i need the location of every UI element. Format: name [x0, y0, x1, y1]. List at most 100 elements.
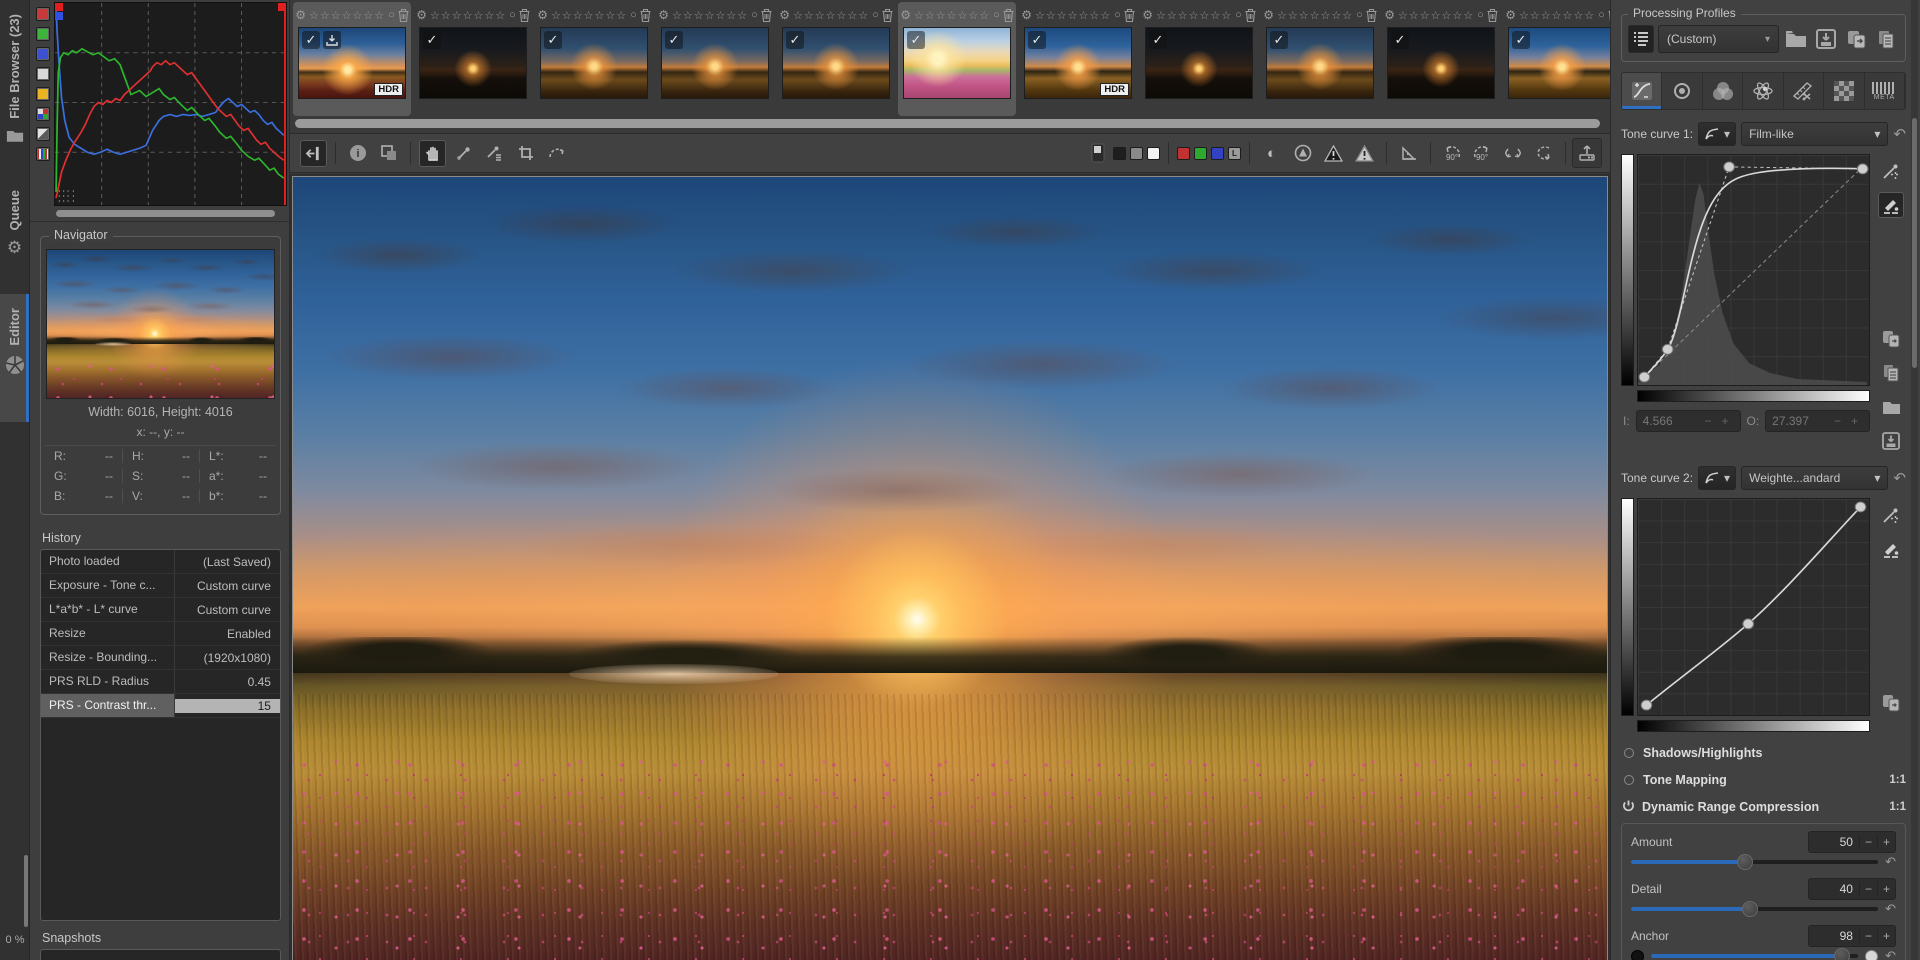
profile-menu-icon[interactable]: ⚙: [416, 8, 427, 22]
profile-menu-icon[interactable]: ⚙: [900, 8, 911, 22]
rating-stars[interactable]: ☆☆☆☆☆☆☆: [1519, 9, 1595, 22]
flip-vertical-button[interactable]: [1530, 140, 1557, 167]
edit-curve-pencil-button[interactable]: [1878, 536, 1904, 562]
filmstrip-thumbnail[interactable]: ⚙ ☆☆☆☆☆☆☆ ○ ✓ HDR: [656, 2, 774, 116]
thumbnail-image[interactable]: ✓ HDR: [298, 27, 406, 99]
tab-exposure[interactable]: [1622, 73, 1662, 109]
filmstrip-thumbnail[interactable]: ⚙ ☆☆☆☆☆☆☆ ○ ✓ HDR: [1019, 2, 1137, 116]
trash-icon[interactable]: [640, 9, 651, 22]
color-swatch-button[interactable]: [1147, 147, 1160, 160]
history-row[interactable]: Resize - Bounding... (1920x1080): [41, 646, 280, 670]
filmstrip-thumbnail[interactable]: ⚙ ☆☆☆☆☆☆☆ ○ ✓ HDR: [1140, 2, 1258, 116]
tools-scrollbar[interactable]: [1911, 0, 1918, 960]
history-row[interactable]: L*a*b* - L* curve Custom curve: [41, 598, 280, 622]
filmstrip-thumbnail[interactable]: ⚙ ☆☆☆☆☆☆☆ ○ ✓ HDR: [898, 2, 1016, 116]
paste-curve-button[interactable]: [1878, 360, 1904, 386]
rating-stars[interactable]: ☆☆☆☆☆☆☆: [430, 9, 506, 22]
profile-menu-icon[interactable]: ⚙: [537, 8, 548, 22]
histogram-channel-button[interactable]: [36, 7, 50, 21]
lockable-picker-button[interactable]: [481, 140, 508, 167]
slider-track[interactable]: [1631, 907, 1878, 911]
histogram-scrollbar[interactable]: [56, 210, 275, 217]
minus-button[interactable]: −: [1859, 929, 1877, 943]
curve-type-2-button[interactable]: ▾: [1698, 466, 1736, 490]
flip-horizontal-button[interactable]: [1499, 140, 1526, 167]
rotate-right-button[interactable]: 90°: [1467, 138, 1497, 168]
thumbnail-image[interactable]: ✓ HDR: [419, 27, 527, 99]
thumbnail-image[interactable]: ✓ HDR: [661, 27, 769, 99]
trash-icon[interactable]: [519, 9, 530, 22]
minus-button[interactable]: −: [1699, 414, 1716, 428]
minus-button[interactable]: −: [1829, 414, 1846, 428]
rating-stars[interactable]: ☆☆☆☆☆☆☆: [1277, 9, 1353, 22]
navigator-preview[interactable]: [46, 249, 275, 399]
hand-tool-button[interactable]: [419, 140, 446, 167]
filmstrip-thumbnail[interactable]: ⚙ ☆☆☆☆☆☆☆ ○ ✓ HDR: [1261, 2, 1379, 116]
plus-button[interactable]: +: [1716, 414, 1733, 428]
edit-point-button[interactable]: [1878, 158, 1904, 184]
histogram-channel-button[interactable]: [36, 87, 50, 101]
filmstrip-thumbnail[interactable]: ⚙ ☆☆☆☆☆☆☆ ○ ✓ HDR: [777, 2, 895, 116]
tab-queue[interactable]: Queue ⚙: [0, 176, 29, 294]
plus-button[interactable]: +: [1846, 414, 1863, 428]
image-canvas[interactable]: [290, 174, 1610, 960]
histogram-channel-button[interactable]: [36, 47, 50, 61]
color-label-icon[interactable]: ○: [1235, 9, 1242, 21]
before-after-button[interactable]: [375, 140, 402, 167]
color-label-icon[interactable]: ○: [1356, 9, 1363, 21]
tool-row[interactable]: Tone Mapping 1:1: [1621, 767, 1906, 792]
profile-menu-icon[interactable]: ⚙: [779, 8, 790, 22]
rotate-left-button[interactable]: 90°: [1437, 138, 1467, 168]
profile-menu-icon[interactable]: ⚙: [1142, 8, 1153, 22]
color-label-icon[interactable]: ○: [388, 9, 395, 21]
trash-icon[interactable]: [761, 9, 772, 22]
color-swatch-button[interactable]: [1113, 147, 1126, 160]
minus-button[interactable]: −: [1859, 882, 1877, 896]
tab-transform[interactable]: [1784, 73, 1824, 109]
rating-stars[interactable]: ☆☆☆☆☆☆☆: [309, 9, 385, 22]
profile-fill-mode-button[interactable]: [1628, 25, 1654, 53]
histogram-channel-button[interactable]: [36, 147, 50, 161]
minus-button[interactable]: −: [1859, 835, 1877, 849]
color-swatch-button[interactable]: [1130, 147, 1143, 160]
history-row[interactable]: Exposure - Tone c... Custom curve: [41, 574, 280, 598]
filmstrip-thumbnail[interactable]: ⚙ ☆☆☆☆☆☆☆ ○ ✓ HDR: [414, 2, 532, 116]
profile-menu-icon[interactable]: ⚙: [1384, 8, 1395, 22]
slider-value-box[interactable]: 40 − +: [1808, 878, 1896, 900]
info-button[interactable]: i: [344, 140, 371, 167]
edit-point-button[interactable]: [1878, 502, 1904, 528]
shadow-clip-warning-button[interactable]: [1320, 140, 1347, 167]
bw-preview-button[interactable]: ◐: [1258, 140, 1285, 167]
profile-menu-icon[interactable]: ⚙: [658, 8, 669, 22]
reset-curve-1-button[interactable]: ↶: [1893, 127, 1906, 142]
filmstrip-thumbnail[interactable]: ⚙ ☆☆☆☆☆☆☆ ○ ✓ HDR: [535, 2, 653, 116]
trash-icon[interactable]: [882, 9, 893, 22]
highlight-clip-warning-button[interactable]: [1351, 140, 1378, 167]
thumbnail-image[interactable]: ✓ HDR: [782, 27, 890, 99]
slider-value-box[interactable]: 50 − +: [1808, 831, 1896, 853]
trash-icon[interactable]: [1487, 9, 1498, 22]
plus-button[interactable]: +: [1877, 882, 1895, 896]
rating-stars[interactable]: ☆☆☆☆☆☆☆: [551, 9, 627, 22]
slider-knob[interactable]: [1834, 948, 1850, 960]
save-profile-button[interactable]: [1813, 25, 1839, 53]
plus-button[interactable]: +: [1877, 929, 1895, 943]
history-row[interactable]: PRS - Contrast thr... 15: [41, 694, 280, 718]
trash-icon[interactable]: [1245, 9, 1256, 22]
color-label-icon[interactable]: ○: [993, 9, 1000, 21]
tab-file-browser[interactable]: File Browser (23): [0, 0, 29, 176]
thumbnail-image[interactable]: ✓ HDR: [540, 27, 648, 99]
color-swatch-button[interactable]: [1194, 147, 1207, 160]
thumbnail-image[interactable]: ✓ HDR: [1024, 27, 1132, 99]
histogram-channel-button[interactable]: [36, 67, 50, 81]
color-label-icon[interactable]: ○: [751, 9, 758, 21]
color-label-icon[interactable]: ○: [1114, 9, 1121, 21]
color-label-icon[interactable]: ○: [630, 9, 637, 21]
profile-menu-icon[interactable]: ⚙: [1263, 8, 1274, 22]
slider-value-box[interactable]: 98 − +: [1808, 925, 1896, 947]
main-image[interactable]: [292, 176, 1608, 960]
tab-advanced[interactable]: [1743, 73, 1783, 109]
focus-mask-button[interactable]: [1395, 140, 1422, 167]
color-label-icon[interactable]: ○: [872, 9, 879, 21]
trash-icon[interactable]: [1124, 9, 1135, 22]
